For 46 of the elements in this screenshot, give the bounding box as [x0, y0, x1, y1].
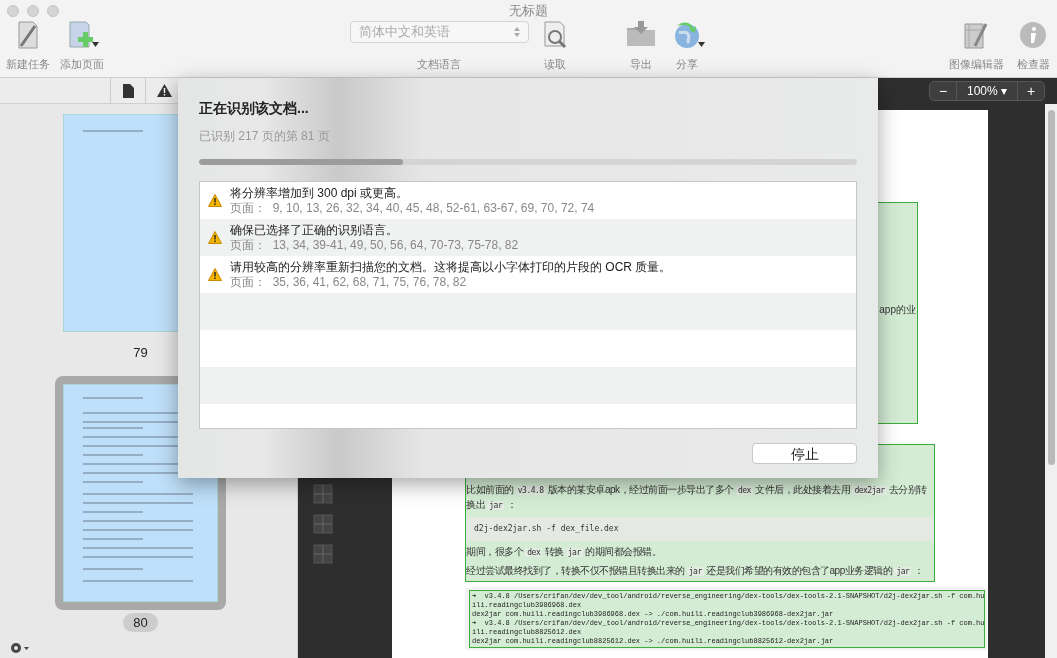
page-number: 80	[123, 612, 158, 632]
warning-message: 确保已选择了正确的识别语言。	[230, 222, 399, 238]
warning-message: 将分辨率增加到 300 dpi 或更高。	[230, 185, 410, 201]
toolbar-button[interactable]: 新建任务	[3, 20, 53, 70]
document-icon	[122, 83, 134, 98]
warning-icon	[208, 194, 222, 207]
stepper-icon	[513, 27, 520, 37]
warning-message: 请用较高的分辨率重新扫描您的文档。这将提高以小字体打印的片段的 OCR 质量。	[230, 259, 672, 275]
zoom-button[interactable]	[47, 5, 59, 17]
page-number: 79	[132, 344, 149, 362]
zoom-in-button[interactable]: +	[1018, 84, 1044, 98]
toolbar-button[interactable]: 导出	[623, 20, 659, 70]
code-block: d2j-dex2jar.sh -f dex_file.dex	[466, 517, 934, 541]
caret-icon	[92, 42, 99, 47]
language-select[interactable]: 简体中文和英语	[349, 21, 529, 43]
caret-icon	[698, 42, 705, 47]
body-paragraph: 经过尝试最终找到了，转换不仅不报错且转换出来的 jar 还是我们希望的有效的包含了app业务逻辑的 jar ：	[466, 564, 925, 578]
warning-icon	[208, 268, 222, 281]
warning-pages: 页面： 35, 36, 41, 62, 68, 71, 75, 76, 78, 82	[230, 274, 468, 290]
body-text: app的业	[879, 302, 916, 317]
window-title: 无标题	[509, 2, 548, 21]
close-button[interactable]	[7, 5, 19, 17]
toolbar-button[interactable]: 图像编辑器	[946, 20, 1006, 70]
scrollbar-thumb[interactable]	[1047, 110, 1055, 465]
warning-icon	[156, 84, 172, 97]
warning-icon	[208, 231, 222, 244]
settings-icon[interactable]	[10, 642, 30, 654]
zoom-level-menu[interactable]: 100% ▾	[956, 82, 1018, 100]
language-label: 文档语言	[417, 59, 461, 70]
dialog-title: 正在识别该文档...	[199, 99, 310, 118]
toolbar-button[interactable]: 分享	[669, 20, 705, 70]
warning-pages: 页面： 13, 34, 39-41, 49, 50, 56, 64, 70-73, 75-78, 82	[230, 237, 519, 253]
toolbar-button[interactable]: 读取	[537, 20, 573, 70]
stop-button[interactable]: 停止	[752, 443, 857, 464]
minimize-button[interactable]	[27, 5, 39, 17]
info-icon	[1018, 20, 1048, 50]
layout-icon[interactable]	[313, 514, 333, 534]
page-view-button[interactable]	[110, 78, 146, 103]
zoom-out-button[interactable]: −	[930, 84, 956, 98]
toolbar-button[interactable]: 检查器	[1014, 20, 1052, 70]
toolbar-button[interactable]: 添加页面	[57, 20, 107, 70]
body-paragraph: 期间，很多个 dex 转换 jar 的期间都会报错。	[466, 545, 663, 559]
layout-icon[interactable]	[313, 484, 333, 504]
warning-pages: 页面： 9, 10, 13, 26, 32, 34, 40, 45, 48, 52-61, 63-67, 69, 70, 72, 74	[230, 200, 595, 216]
body-paragraph: 比如前面的 v3.4.8 版本的某安卓apk，经过前面一步导出了多个 dex 文件后，此处接着去用 dex2jar 去分别转换出 jar ：	[466, 483, 928, 512]
layout-icon[interactable]	[313, 544, 333, 564]
